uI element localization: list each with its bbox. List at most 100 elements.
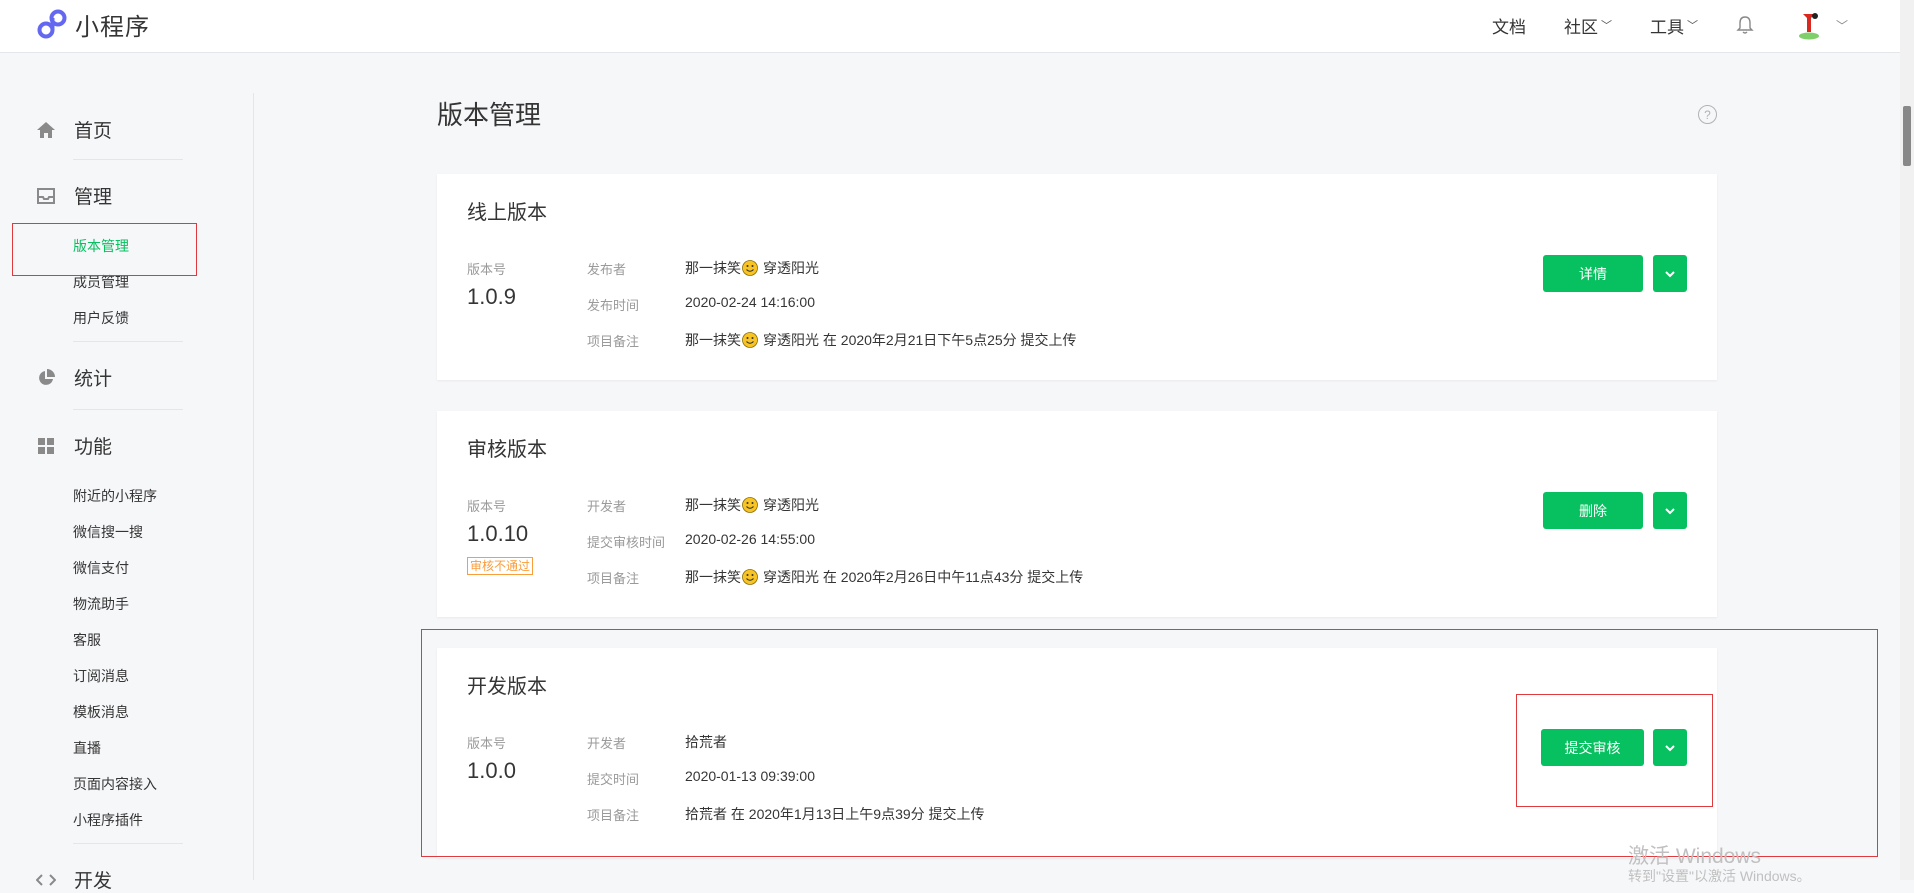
nav-tools[interactable]: 工具 ﹀: [1650, 13, 1698, 38]
sidebar-item-member-management[interactable]: 成员管理: [73, 272, 129, 292]
chevron-down-icon: ﹀: [1600, 20, 1612, 32]
sidebar-item-label: 管理: [74, 187, 113, 208]
more-options-button[interactable]: [1653, 729, 1687, 766]
chevron-down-icon[interactable]: ﹀: [1836, 17, 1848, 34]
developer-name: 那一抹笑: [685, 497, 741, 513]
note-value: 那一抹笑 穿透阳光 在 2020年2月21日下午5点25分 提交上传: [685, 330, 1077, 350]
sidebar-item-home[interactable]: 首页: [36, 116, 112, 143]
sidebar-item-page-content[interactable]: 页面内容接入: [73, 774, 157, 794]
notification-bell-icon[interactable]: [1736, 15, 1754, 35]
details-button[interactable]: 详情: [1543, 255, 1643, 292]
divider: [73, 341, 183, 342]
pie-chart-icon: [36, 368, 56, 388]
publisher-name-suffix: 穿透阳光: [763, 260, 819, 276]
miniprogram-logo-icon: [37, 9, 67, 39]
chevron-down-icon: [1665, 744, 1675, 751]
note-value: 那一抹笑 穿透阳光 在 2020年2月26日中午11点43分 提交上传: [685, 567, 1083, 587]
nav-docs[interactable]: 文档: [1492, 13, 1526, 38]
sidebar-item-template-message[interactable]: 模板消息: [73, 702, 129, 722]
card-title: 线上版本: [467, 202, 547, 224]
developer-name-suffix: 穿透阳光: [763, 497, 819, 513]
sidebar-item-label: 首页: [74, 121, 113, 142]
divider: [73, 843, 183, 844]
note-label: 项目备注: [587, 334, 640, 349]
version-number: 1.0.0: [467, 758, 516, 783]
logo-text: 小程序: [75, 13, 150, 41]
publish-time-label: 发布时间: [587, 298, 640, 313]
submit-review-time-value: 2020-02-26 14:55:00: [685, 531, 815, 547]
page-title: 版本管理: [437, 100, 542, 130]
chevron-down-icon: ﹀: [1686, 20, 1698, 32]
chevron-down-icon: [1665, 270, 1675, 277]
publisher-value: 那一抹笑 穿透阳光: [685, 258, 819, 278]
sidebar-item-version-management[interactable]: 版本管理: [73, 236, 129, 256]
more-options-button[interactable]: [1653, 255, 1687, 292]
scrollbar-thumb[interactable]: [1903, 106, 1911, 166]
sidebar-item-subscribe-message[interactable]: 订阅消息: [73, 666, 129, 686]
nav-community-label: 社区: [1563, 17, 1598, 37]
sidebar-item-user-feedback[interactable]: 用户反馈: [73, 308, 129, 328]
note-name: 那一抹笑: [685, 332, 741, 348]
nav-community[interactable]: 社区 ﹀: [1564, 13, 1612, 38]
divider: [73, 409, 183, 410]
help-icon[interactable]: ?: [1698, 105, 1717, 124]
sidebar-item-plugins[interactable]: 小程序插件: [73, 810, 143, 830]
chevron-down-icon: [1665, 507, 1675, 514]
home-icon: [36, 120, 56, 140]
divider: [73, 159, 183, 160]
sidebar-item-nearby-miniprogram[interactable]: 附近的小程序: [73, 486, 157, 506]
version-label: 版本号: [467, 499, 507, 514]
delete-button[interactable]: 删除: [1543, 492, 1643, 529]
logo[interactable]: 小程序: [35, 4, 150, 44]
smile-emoji-icon: [742, 332, 758, 348]
sidebar-item-features[interactable]: 功能: [36, 432, 112, 459]
publisher-name: 那一抹笑: [685, 260, 741, 276]
sidebar-item-customer-service[interactable]: 客服: [73, 630, 101, 650]
online-version-card: 线上版本 版本号 1.0.9 发布者 那一抹笑 穿透阳光 发布时间 2020-0…: [437, 174, 1717, 380]
status-badge: 审核不通过: [467, 557, 534, 575]
dev-version-card: 开发版本 版本号 1.0.0 开发者 拾荒者 提交时间 2020-01-13 0…: [437, 648, 1717, 858]
developer-label: 开发者: [587, 499, 627, 514]
avatar[interactable]: [1794, 10, 1824, 40]
publisher-label: 发布者: [587, 262, 627, 277]
version-label: 版本号: [467, 262, 507, 277]
note-label: 项目备注: [587, 571, 640, 586]
nav-tools-label: 工具: [1649, 17, 1684, 37]
note-name: 那一抹笑: [685, 569, 741, 585]
note-value: 拾荒者 在 2020年1月13日上午9点39分 提交上传: [685, 806, 985, 822]
review-version-card: 审核版本 版本号 1.0.10 审核不通过 开发者 那一抹笑 穿透阳光 提交审核…: [437, 411, 1717, 617]
sidebar-item-wechat-pay[interactable]: 微信支付: [73, 558, 129, 578]
inbox-icon: [36, 186, 56, 206]
more-options-button[interactable]: [1653, 492, 1687, 529]
smile-emoji-icon: [742, 497, 758, 513]
scrollbar[interactable]: [1900, 0, 1914, 880]
sidebar-item-manage[interactable]: 管理: [36, 182, 112, 209]
submit-review-button[interactable]: 提交审核: [1541, 729, 1644, 766]
grid-icon: [36, 436, 56, 456]
smile-emoji-icon: [742, 569, 758, 585]
smile-emoji-icon: [742, 260, 758, 276]
version-label: 版本号: [467, 736, 507, 751]
submit-review-time-label: 提交审核时间: [587, 535, 666, 550]
top-bar: 小程序 文档 社区 ﹀ 工具 ﹀ ﹀: [0, 0, 1900, 53]
submit-time-label: 提交时间: [587, 772, 640, 787]
nav-docs-label: 文档: [1491, 17, 1526, 37]
sidebar-item-stats[interactable]: 统计: [36, 364, 112, 391]
top-nav: 文档 社区 ﹀ 工具 ﹀ ﹀: [1492, 0, 1900, 50]
developer-label: 开发者: [587, 736, 627, 751]
sidebar-item-logistics[interactable]: 物流助手: [73, 594, 129, 614]
note-label: 项目备注: [587, 808, 640, 823]
version-number: 1.0.10: [467, 521, 529, 546]
sidebar-item-label: 功能: [74, 437, 113, 458]
sidebar-item-live[interactable]: 直播: [73, 738, 101, 758]
note-text: 穿透阳光 在 2020年2月21日下午5点25分 提交上传: [763, 332, 1077, 348]
card-title: 开发版本: [467, 676, 547, 698]
sidebar-item-label: 统计: [74, 369, 113, 390]
sidebar-item-wechat-search[interactable]: 微信搜一搜: [73, 522, 143, 542]
developer-value: 那一抹笑 穿透阳光: [685, 495, 819, 515]
submit-time-value: 2020-01-13 09:39:00: [685, 768, 815, 784]
card-title: 审核版本: [467, 439, 547, 461]
publish-time-value: 2020-02-24 14:16:00: [685, 294, 815, 310]
note-text: 穿透阳光 在 2020年2月26日中午11点43分 提交上传: [763, 569, 1084, 585]
developer-value: 拾荒者: [685, 734, 727, 750]
